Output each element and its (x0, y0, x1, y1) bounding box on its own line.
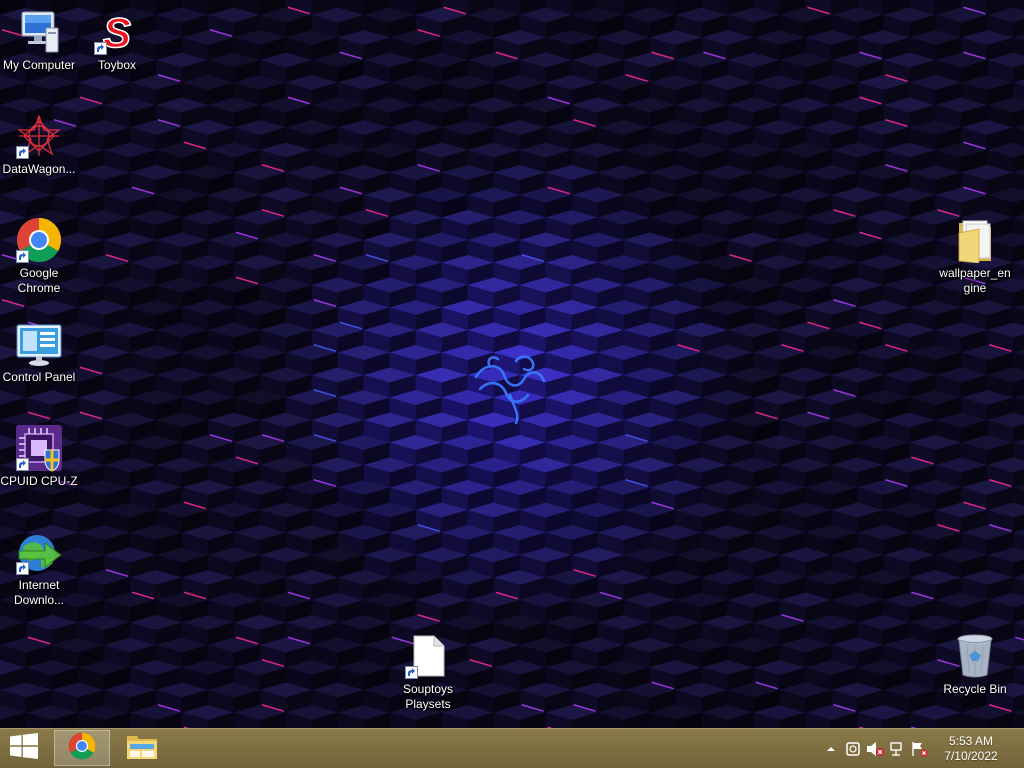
razer-logo (474, 355, 546, 425)
control-panel-icon (15, 320, 63, 368)
desktop-icon-label: DataWagon... (2, 162, 76, 176)
desktop-icon-label: Recycle Bin (943, 682, 1007, 696)
clock-time: 5:53 AM (948, 733, 994, 748)
taskbar-clock[interactable]: 5:53 AM 7/10/2022 (938, 734, 1004, 764)
desktop-icon-label: Toybox (97, 58, 137, 72)
desktop-icon-toybox[interactable]: S Toybox (78, 8, 156, 73)
flag-alert-icon[interactable] (908, 738, 930, 760)
windows-logo-icon (10, 733, 38, 764)
desktop-icon-label: wallpaper_en gine (939, 266, 1011, 295)
chevron-up-icon[interactable] (820, 738, 842, 760)
taskbar-file-explorer-button[interactable] (114, 730, 170, 766)
shortcut-arrow-icon (16, 458, 29, 471)
desktop-icon-label: CPUID CPU-Z (0, 474, 78, 488)
blank-file-icon (404, 632, 452, 680)
desktop-icon-label: Internet Downlo... (13, 578, 65, 607)
shortcut-arrow-icon (16, 146, 29, 159)
idm-globe-icon (15, 528, 63, 576)
clock-date: 7/10/2022 (944, 748, 998, 763)
desktop-icon-google-chrome[interactable]: Google Chrome (0, 216, 78, 296)
taskbar: 5:53 AM 7/10/2022 (0, 728, 1024, 768)
svg-text:S: S (103, 9, 131, 55)
action-center-icon[interactable] (842, 738, 864, 760)
computer-icon (15, 8, 63, 56)
desktop-icon-recycle-bin[interactable]: Recycle Bin (936, 632, 1014, 697)
shortcut-arrow-icon (405, 666, 418, 679)
start-button[interactable] (0, 729, 48, 768)
desktop-wallpaper (0, 0, 1024, 728)
desktop-icon-internet-download-manager[interactable]: Internet Downlo... (0, 528, 78, 608)
taskbar-chrome-button[interactable] (54, 730, 110, 766)
desktop-icon-control-panel[interactable]: Control Panel (0, 320, 78, 385)
cpu-z-icon (15, 424, 63, 472)
system-tray: 5:53 AM 7/10/2022 (820, 729, 1024, 768)
shortcut-arrow-icon (16, 562, 29, 575)
desktop-icon-cpuid-cpu-z[interactable]: CPUID CPU-Z (0, 424, 78, 489)
desktop-icon-my-computer[interactable]: My Computer (0, 8, 78, 73)
datawagon-star-icon (15, 112, 63, 160)
desktop-icon-souptoys-playsets[interactable]: Souptoys Playsets (389, 632, 467, 712)
volume-muted-icon[interactable] (864, 738, 886, 760)
folder-icon (951, 216, 999, 264)
chrome-icon (15, 216, 63, 264)
desktop-icon-label: Google Chrome (17, 266, 61, 295)
desktop-icon-datawagon[interactable]: DataWagon... (0, 112, 78, 177)
desktop-icon-label: My Computer (2, 58, 76, 72)
chrome-icon (68, 732, 96, 765)
file-explorer-icon (126, 732, 158, 765)
desktop-icon-label: Souptoys Playsets (402, 682, 454, 711)
shortcut-arrow-icon (94, 42, 107, 55)
shortcut-arrow-icon (16, 250, 29, 263)
toybox-s-icon: S (93, 8, 141, 56)
desktop-icon-label: Control Panel (2, 370, 76, 384)
network-icon[interactable] (886, 738, 908, 760)
desktop-icon-wallpaper-engine-folder[interactable]: wallpaper_en gine (936, 216, 1014, 296)
recycle-bin-icon (951, 632, 999, 680)
